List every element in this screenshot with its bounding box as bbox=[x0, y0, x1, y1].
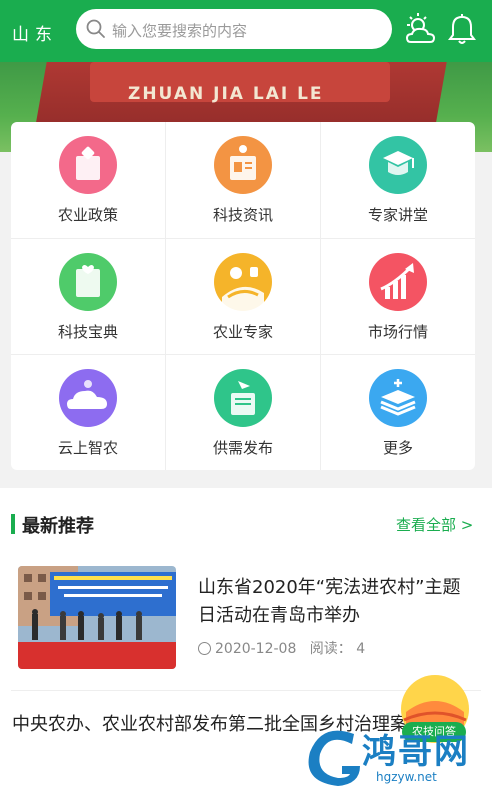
grid-item-label: 云上智农 bbox=[57, 439, 118, 457]
news-reads-label: 阅读： bbox=[309, 641, 352, 657]
top-header: 山东 输入您要搜索的内容 bbox=[0, 0, 492, 62]
news-reads-count: 4 bbox=[356, 641, 366, 657]
section-title: 最新推荐 bbox=[22, 516, 94, 537]
grid-item-supply-demand[interactable]: 供需发布 bbox=[166, 355, 320, 471]
watermark-swirl-icon bbox=[308, 730, 360, 786]
tech-news-icon bbox=[214, 136, 272, 194]
grid-item-label: 农业政策 bbox=[57, 206, 118, 224]
grid-item-label: 科技资讯 bbox=[212, 206, 273, 224]
agri-expert-icon bbox=[214, 253, 272, 311]
clock-icon bbox=[198, 642, 211, 655]
news-date: 2020-12-08 bbox=[215, 641, 297, 657]
grid-item-policy[interactable]: 农业政策 bbox=[11, 122, 165, 238]
section-accent-bar bbox=[11, 514, 15, 534]
grid-item-agri-expert[interactable]: 农业专家 bbox=[166, 239, 320, 355]
expert-lecture-icon bbox=[369, 136, 427, 194]
market-trend-icon bbox=[369, 253, 427, 311]
grid-item-label: 科技宝典 bbox=[57, 323, 118, 341]
cloud-agri-icon bbox=[59, 369, 117, 427]
watermark-url: hgzyw.net bbox=[376, 770, 437, 784]
grid-item-label: 更多 bbox=[382, 439, 413, 457]
grid-item-market-trend[interactable]: 市场行情 bbox=[321, 239, 475, 355]
view-all-link[interactable]: 查看全部 > bbox=[396, 514, 473, 535]
grid-item-tech-news[interactable]: 科技资讯 bbox=[166, 122, 320, 238]
news-meta: 2020-12-08 阅读： 4 bbox=[198, 638, 365, 658]
grid-item-tech-handbook[interactable]: 科技宝典 bbox=[11, 239, 165, 355]
grid-item-more[interactable]: 更多 bbox=[321, 355, 475, 471]
grid-item-label: 供需发布 bbox=[212, 439, 273, 457]
grid-item-cloud-agri[interactable]: 云上智农 bbox=[11, 355, 165, 471]
supply-demand-icon bbox=[214, 369, 272, 427]
banner-text: ZHUAN JIA LAI LE bbox=[128, 84, 324, 104]
tech-handbook-icon bbox=[59, 253, 117, 311]
grid-item-expert-lecture[interactable]: 专家讲堂 bbox=[321, 122, 475, 238]
bell-icon[interactable] bbox=[448, 13, 476, 45]
watermark-brand: 鸿哥网 bbox=[362, 732, 470, 772]
weather-icon[interactable] bbox=[403, 12, 439, 46]
grid-item-label: 专家讲堂 bbox=[367, 206, 428, 224]
search-box[interactable]: 输入您要搜索的内容 bbox=[76, 9, 392, 49]
policy-book-icon bbox=[59, 136, 117, 194]
news-title[interactable]: 山东省2020年“宪法进农村”主题日活动在青岛市举办 bbox=[198, 574, 478, 630]
watermark-logo: 鸿哥网 hgzyw.net bbox=[302, 718, 492, 794]
more-layers-icon bbox=[369, 369, 427, 427]
search-placeholder: 输入您要搜索的内容 bbox=[112, 22, 248, 40]
feature-grid: 农业政策 科技资讯 专家讲堂 科技宝典 农业专家 市场行情 云上智农 供需发布 … bbox=[11, 122, 475, 470]
grid-item-label: 市场行情 bbox=[367, 323, 428, 341]
news-thumbnail[interactable] bbox=[18, 566, 176, 669]
grid-item-label: 农业专家 bbox=[212, 323, 273, 341]
region-selector[interactable]: 山东 bbox=[12, 20, 58, 45]
search-icon bbox=[86, 19, 105, 38]
